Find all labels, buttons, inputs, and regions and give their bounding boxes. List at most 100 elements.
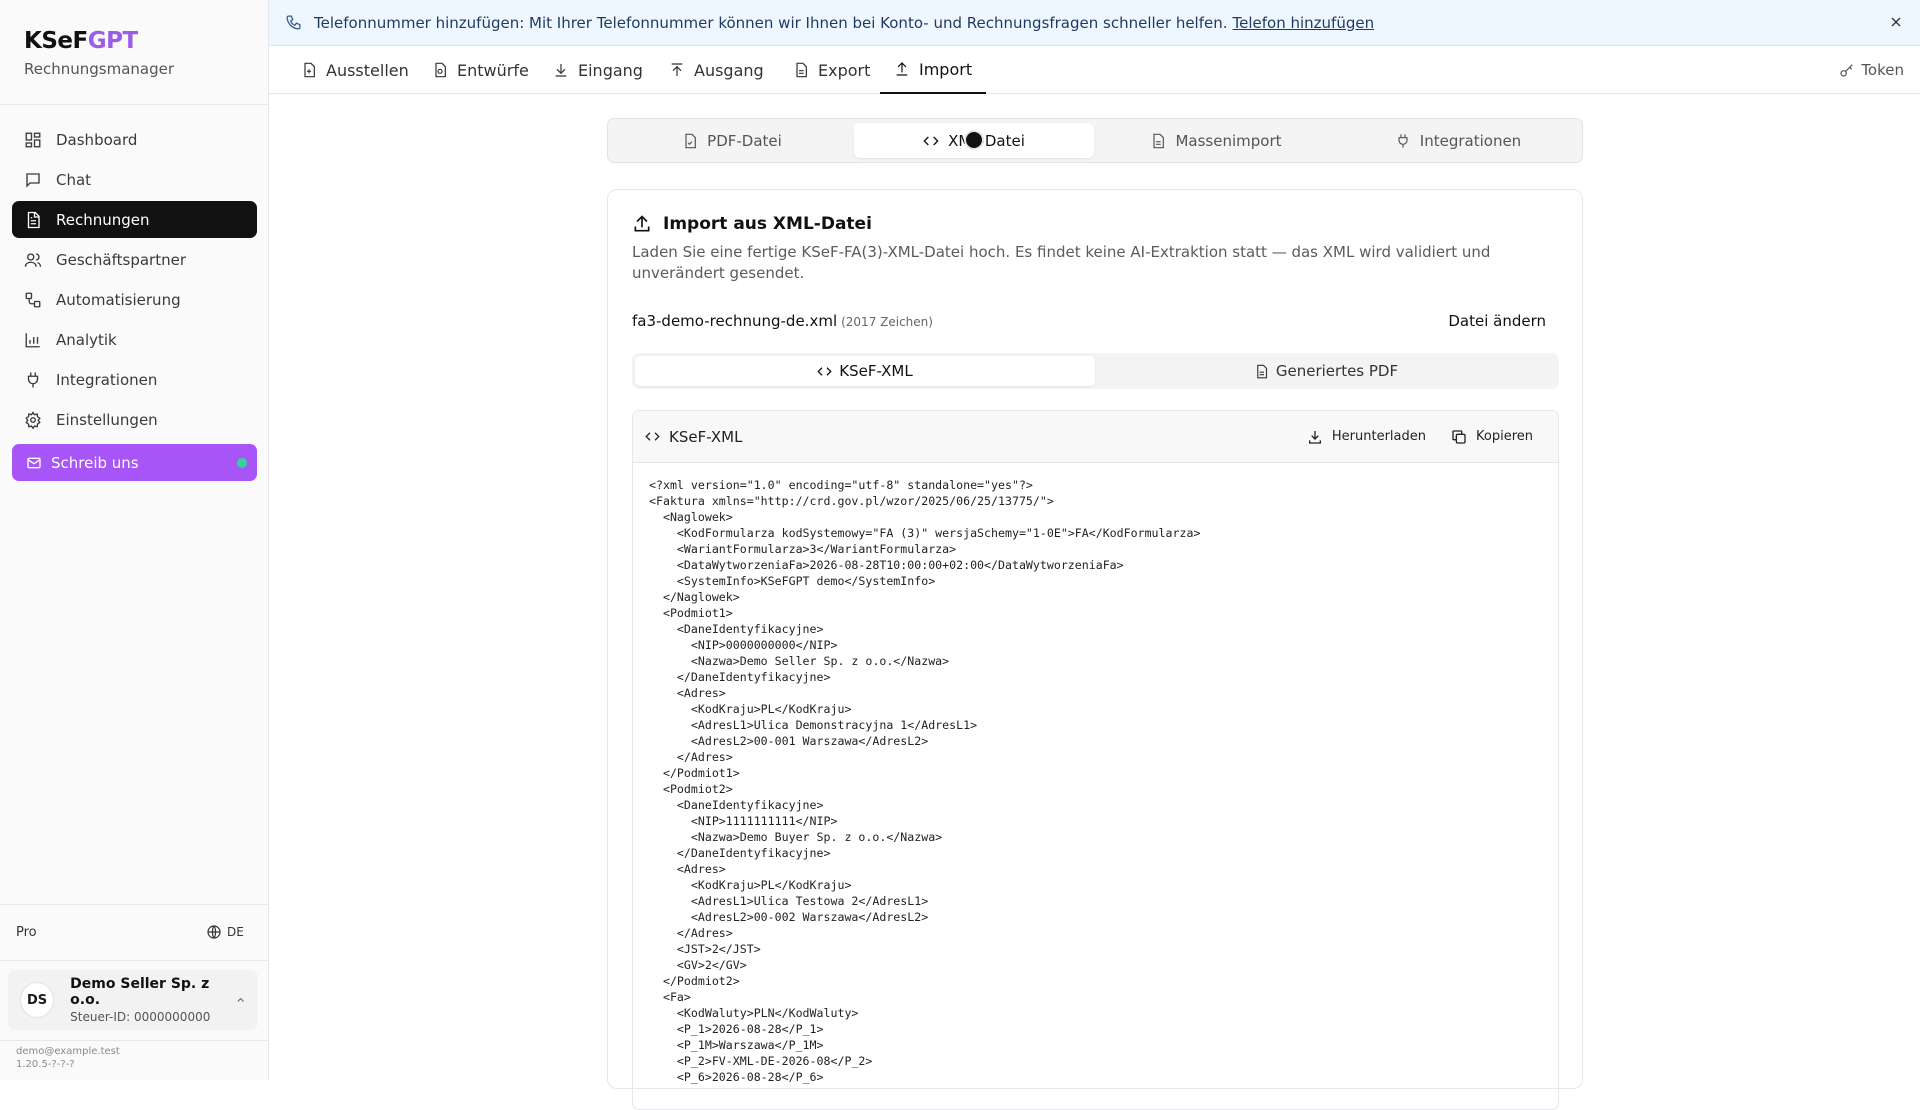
dashboard-icon <box>25 132 41 147</box>
xml-content[interactable]: <?xml version="1.0" encoding="utf-8" sta… <box>633 463 1558 1099</box>
code-actions: Herunterladen Kopieren <box>1307 429 1558 445</box>
upload-icon <box>671 63 683 76</box>
view-tab-label: KSeF-XML <box>839 362 913 380</box>
sidebar-item-label: Integrationen <box>56 370 158 389</box>
file-icon <box>1153 133 1165 148</box>
close-icon[interactable] <box>1888 14 1904 30</box>
sidebar-divider <box>0 1040 269 1041</box>
tab-export[interactable]: Export <box>793 46 870 94</box>
account-email-footer: demo@example.test 1.20.5-?-?-? <box>16 1045 120 1071</box>
account-tax-id: Steuer-ID: 0000000000 <box>70 1010 211 1024</box>
brand: KSeFGPT Rechnungsmanager <box>24 28 174 78</box>
copy-button[interactable]: Kopieren <box>1451 429 1533 445</box>
sidebar-item-integrationen[interactable]: Integrationen <box>12 361 257 398</box>
tab-eingang[interactable]: Eingang <box>553 46 643 94</box>
copy-icon <box>1452 429 1466 444</box>
view-tabs: KSeF-XML Generiertes PDF <box>632 353 1559 389</box>
add-phone-link[interactable]: Telefon hinzufügen <box>1233 14 1375 32</box>
sidebar-item-geschaeftspartner[interactable]: Geschäftspartner <box>12 241 257 278</box>
plug-icon <box>27 372 39 387</box>
card-title: Import aus XML-Datei <box>632 214 872 234</box>
phone-banner: Telefonnummer hinzufügen: Mit Ihrer Tele… <box>269 0 1920 46</box>
language-switcher[interactable]: DE <box>206 924 244 940</box>
sidebar-item-label: Rechnungen <box>56 210 150 229</box>
copy-label: Kopieren <box>1476 429 1533 444</box>
users-icon <box>24 252 42 267</box>
chevron-up-icon <box>237 997 244 1002</box>
plug-icon <box>1398 133 1408 148</box>
code-icon <box>817 366 832 376</box>
pdf-file-icon <box>685 133 697 148</box>
sidebar-divider <box>0 960 269 961</box>
file-char-count: (2017 Zeichen) <box>841 315 933 329</box>
sidebar-item-label: Einstellungen <box>56 410 158 429</box>
sidebar-nav: Dashboard Chat Rechnungen Geschäftspartn… <box>12 121 257 484</box>
sidebar-divider <box>0 904 269 905</box>
tab-generated-pdf[interactable]: Generiertes PDF <box>1096 356 1556 386</box>
sidebar-item-automatisierung[interactable]: Automatisierung <box>12 281 257 318</box>
seg-label: XML-Datei <box>948 131 1025 150</box>
xml-import-card: Import aus XML-Datei Laden Sie eine fert… <box>607 189 1583 1110</box>
account-switcher[interactable]: DS Demo Seller Sp. z o.o. Steuer-ID: 000… <box>8 970 258 1030</box>
app-version: 1.20.5-?-?-? <box>16 1059 75 1070</box>
app-logo[interactable]: KSeFGPT <box>24 28 174 54</box>
tab-entwuerfe[interactable]: Entwürfe <box>432 46 529 94</box>
tab-ausgang[interactable]: Ausgang <box>669 46 764 94</box>
code-icon <box>923 136 939 145</box>
upload-icon <box>634 215 650 232</box>
invoice-icon <box>27 211 40 228</box>
key-icon <box>1840 64 1854 77</box>
tab-ksef-xml[interactable]: KSeF-XML <box>635 356 1095 386</box>
logo-part-ksef: KSeF <box>24 28 88 54</box>
seg-label: Massenimport <box>1175 131 1282 150</box>
phone-icon <box>286 15 301 30</box>
tab-pdf-datei[interactable]: PDF-Datei <box>612 123 852 158</box>
file-icon <box>1257 364 1267 378</box>
card-description: Laden Sie eine fertige KSeF-FA(3)-XML-Da… <box>632 243 1491 282</box>
online-status-dot <box>237 457 247 468</box>
tab-label: Eingang <box>578 60 643 80</box>
sidebar-divider <box>0 104 269 105</box>
sidebar: KSeFGPT Rechnungsmanager Dashboard Chat … <box>0 0 269 1080</box>
sidebar-item-rechnungen[interactable]: Rechnungen <box>12 201 257 238</box>
tab-ausstellen[interactable]: Ausstellen <box>301 46 409 94</box>
token-label: Token <box>1861 61 1904 79</box>
language-code: DE <box>227 925 244 939</box>
file-name: fa3-demo-rechnung-de.xml <box>632 312 838 330</box>
plan-label: Pro <box>16 925 37 940</box>
sidebar-item-dashboard[interactable]: Dashboard <box>12 121 257 158</box>
sidebar-item-chat[interactable]: Chat <box>12 161 257 198</box>
tab-label: Entwürfe <box>457 60 529 80</box>
download-label: Herunterladen <box>1331 429 1426 444</box>
upload-icon <box>896 62 908 76</box>
sidebar-item-label: Automatisierung <box>56 290 181 309</box>
change-file-button[interactable]: Datei ändern <box>1448 312 1546 330</box>
tab-label: Import <box>919 59 973 79</box>
download-button[interactable]: Herunterladen <box>1307 429 1426 445</box>
banner-text: Telefonnummer hinzufügen: Mit Ihrer Tele… <box>314 13 1228 32</box>
tab-label: Ausstellen <box>326 60 409 80</box>
sidebar-item-einstellungen[interactable]: Einstellungen <box>12 401 257 438</box>
sidebar-item-analytik[interactable]: Analytik <box>12 321 257 358</box>
tab-import[interactable]: Import <box>880 46 987 94</box>
workflow-icon <box>25 292 41 307</box>
token-button[interactable]: Token <box>1839 46 1904 94</box>
tab-massenimport[interactable]: Massenimport <box>1096 123 1336 158</box>
mouse-cursor <box>964 130 984 150</box>
account-info: Demo Seller Sp. z o.o. Steuer-ID: 000000… <box>70 976 234 1024</box>
avatar: DS <box>20 982 55 1018</box>
file-plus-icon <box>304 62 315 78</box>
import-source-tabs: PDF-Datei XML-Datei Massenimport Integra… <box>607 118 1583 163</box>
code-panel-header: KSeF-XML Herunterladen Kopieren <box>633 411 1558 463</box>
mail-icon <box>27 457 41 468</box>
download-icon <box>555 64 567 77</box>
file-icon <box>796 62 807 78</box>
code-icon <box>645 432 660 441</box>
tab-integrationen[interactable]: Integrationen <box>1338 123 1578 158</box>
chat-icon <box>26 172 40 188</box>
sidebar-item-label: Geschäftspartner <box>56 250 186 269</box>
account-name: Demo Seller Sp. z o.o. <box>70 976 210 1008</box>
view-tab-label: Generiertes PDF <box>1275 362 1399 380</box>
contact-us-button[interactable]: Schreib uns <box>12 444 257 481</box>
card-title-text: Import aus XML-Datei <box>663 214 872 234</box>
